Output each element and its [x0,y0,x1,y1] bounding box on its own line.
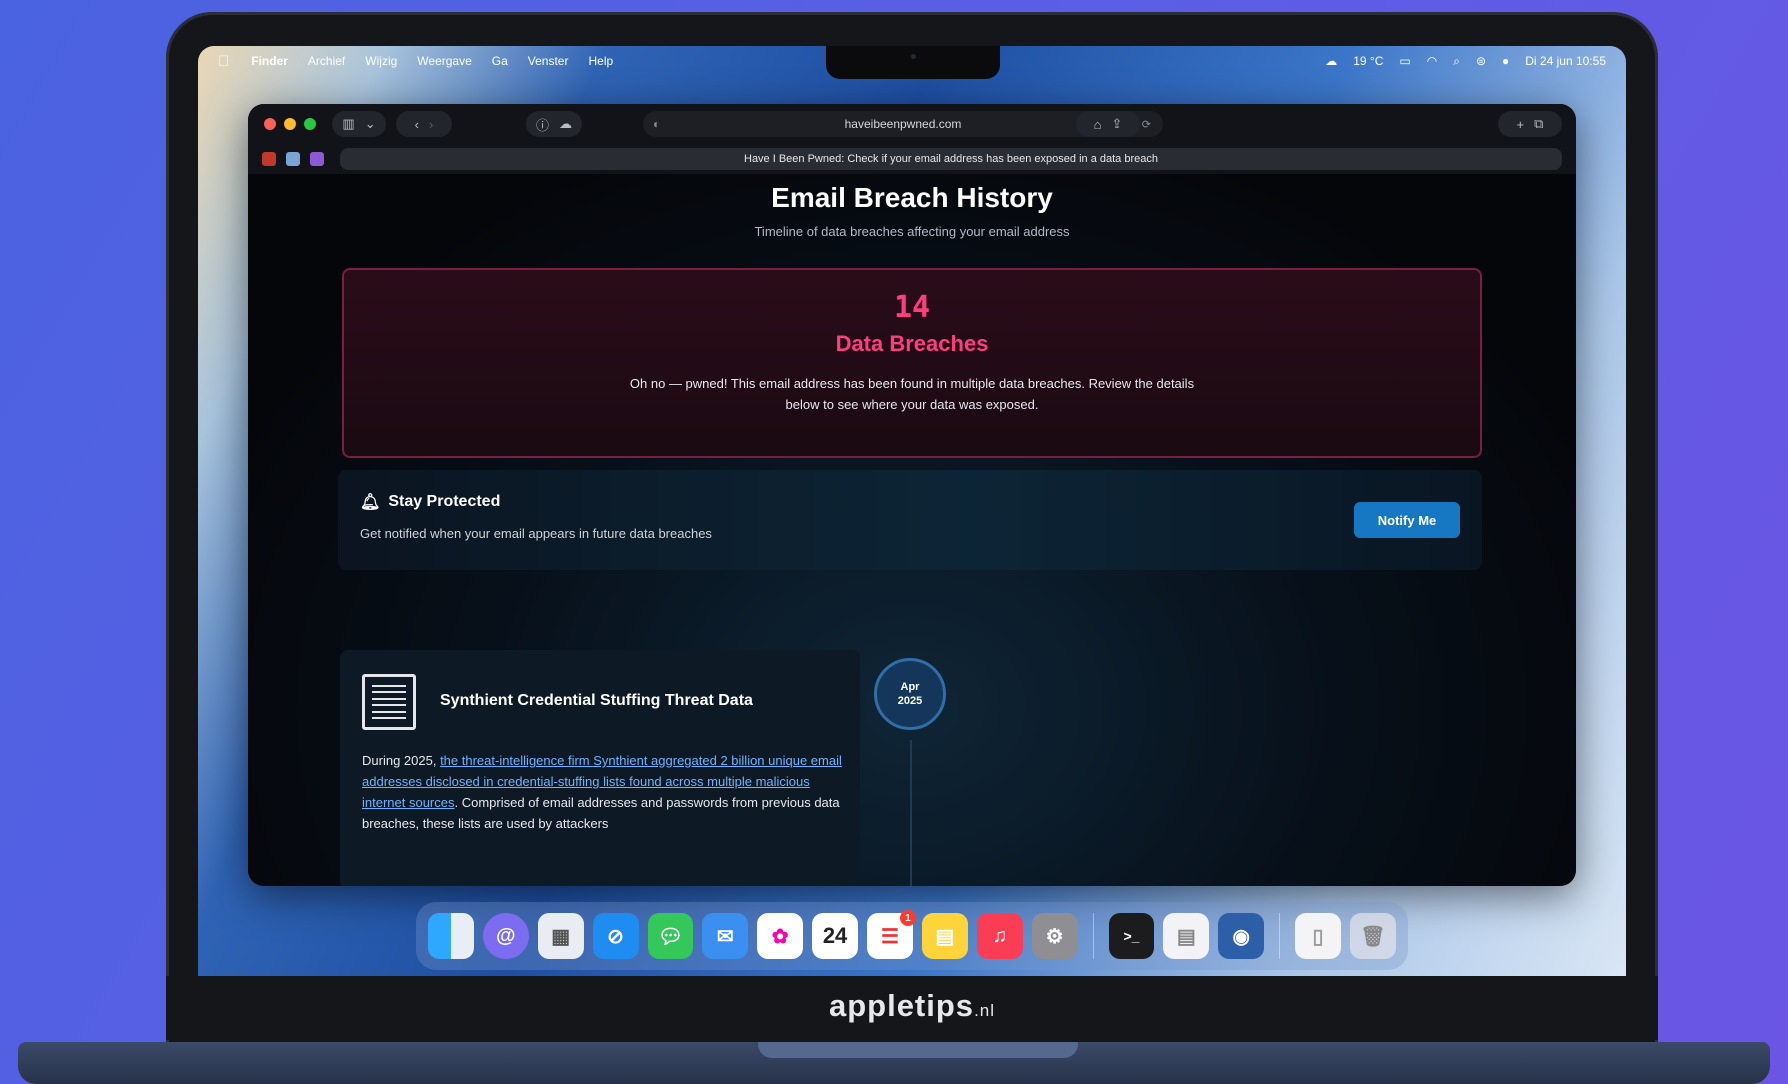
pinned-tab-icon[interactable] [310,152,324,166]
clock[interactable]: Di 24 jun 10:55 [1525,54,1606,68]
mail-icon[interactable]: ✉ [702,913,749,959]
trash-icon[interactable]: 🗑︎ [1350,913,1396,959]
url-text[interactable]: haveibeenpwned.com [845,117,962,131]
chevron-down-icon: ⌄ [364,116,376,131]
tab-overview-icon[interactable]: ⧉ [1534,116,1543,132]
menu-finder[interactable]: Finder [251,54,288,68]
base-opening [758,1042,1078,1058]
menu-venster[interactable]: Venster [528,54,569,68]
reminders-icon[interactable]: ☰ 1 [867,910,916,959]
menu-wijzig[interactable]: Wijzig [365,54,397,68]
safari-icon[interactable]: ⊘ [592,913,639,959]
safari-window: ▥ ⌄ ‹ › ⓘ ☁ ◐ haveibeenpwned.com ⟳ ⌂ ⇪ + ⧉ [248,104,1576,886]
menu-weergave[interactable]: Weergave [417,54,471,68]
page-content: Email Breach History Timeline of data br… [248,174,1576,886]
protect-title: Stay Protected [388,493,501,510]
dock-separator [1279,913,1281,959]
settings-icon[interactable]: ⚙ [1031,913,1078,959]
document-icon [362,674,416,730]
menu-archief[interactable]: Archief [308,54,345,68]
numbers-icon[interactable]: ▤ [1163,913,1210,959]
close-button[interactable] [264,118,276,130]
pinned-tab-icon[interactable] [286,152,300,166]
forward-icon[interactable]: › [429,117,433,132]
bell-icon: 🔔︎ [360,494,381,511]
info-icon[interactable]: ⓘ [536,115,549,134]
finder-icon[interactable] [428,913,474,959]
laptop-base [18,1042,1770,1084]
app-store-alt-icon[interactable]: @ [482,913,529,959]
reminders-badge: 1 [899,910,916,926]
calendar-icon[interactable]: 24 [812,913,858,959]
appletips-logo: appletips.nl [166,988,1658,1024]
siri-icon[interactable]: ● [1502,54,1509,68]
control-center-icon[interactable]: ⊜ [1476,54,1486,68]
breach-count: 14 [893,290,931,325]
document-folder-icon[interactable]: ▯ [1295,913,1341,959]
protect-subtitle: Get notified when your email appears in … [360,526,712,541]
share-icon[interactable]: ⇪ [1111,116,1122,132]
menu-help[interactable]: Help [588,54,613,68]
battery-icon[interactable]: ▭ [1399,54,1410,68]
sidebar-icon: ▥ [342,116,355,131]
zoom-button[interactable] [304,118,316,130]
timeline-line [910,740,912,886]
wifi-icon[interactable]: ◠ [1427,54,1437,68]
sidebar-toggle-button[interactable]: ▥ ⌄ [332,111,386,137]
active-tab[interactable]: Have I Been Pwned: Check if your email a… [340,148,1562,170]
weather-icon[interactable]: ☁ [1325,54,1337,68]
weather-temp[interactable]: 19 °C [1353,54,1383,68]
date-month: Apr [900,681,920,693]
desktop-screen:  Finder Archief Wijzig Weergave Ga Vens… [198,46,1626,976]
tab-group-controls: + ⧉ [1498,111,1562,137]
dock: @ ▦ ⊘ 💬︎ ✉ ✿ 24 ☰ 1 ▤ ♫ ⚙ >_ ▤ ◉ ▯ 🗑︎ [416,902,1408,970]
breach-message: Oh no — pwned! This email address has be… [629,376,1195,412]
messages-icon[interactable]: 💬︎ [647,913,694,959]
tab-bar: Have I Been Pwned: Check if your email a… [248,144,1576,174]
status-area: ☁ 19 °C ▭ ◠ ⌕ ⊜ ● Di 24 jun 10:55 [1325,54,1606,69]
window-controls [264,118,316,130]
notify-me-button[interactable]: Notify Me [1354,502,1460,538]
reload-icon[interactable]: ⟳ [1142,118,1151,131]
breach-description: During 2025, the threat-intelligence fir… [362,750,842,834]
dock-separator [1092,913,1094,959]
browser-toolbar: ▥ ⌄ ‹ › ⓘ ☁ ◐ haveibeenpwned.com ⟳ ⌂ ⇪ + ⧉ [248,104,1576,144]
launchpad-icon[interactable]: ▦ [537,913,584,959]
utility-app-icon[interactable]: ◉ [1218,913,1265,959]
camera-icon [911,54,916,59]
breach-card: Synthient Credential Stuffing Threat Dat… [340,650,860,886]
menu-ga[interactable]: Ga [492,54,508,68]
protect-heading: 🔔︎ Stay Protected [360,492,500,512]
terminal-icon[interactable]: >_ [1108,913,1155,959]
home-icon[interactable]: ⌂ [1094,117,1102,132]
laptop-chin: appletips.nl [166,976,1658,1040]
photos-icon[interactable]: ✿ [757,913,804,959]
date-year: 2025 [897,695,923,707]
page-subtitle: Timeline of data breaches affecting your… [754,224,1070,239]
timeline-date-badge: Apr 2025 [874,658,946,730]
brand-suffix: .nl [974,1001,996,1020]
privacy-icon[interactable]: ◐ [653,117,660,131]
breach-title: Synthient Credential Stuffing Threat Dat… [440,692,753,709]
breach-count-label: Data Breaches [835,331,989,356]
extensions-group: ⓘ ☁ [526,111,582,137]
music-icon[interactable]: ♫ [976,913,1023,959]
desc-prefix: During 2025, [362,753,441,768]
minimize-button[interactable] [284,118,296,130]
apple-menu-icon[interactable]:  [218,53,229,70]
search-icon[interactable]: ⌕ [1453,54,1460,69]
share-group: ⌂ ⇪ [1076,111,1140,137]
camera-notch [826,46,1000,79]
notes-icon[interactable]: ▤ [921,913,968,959]
breach-summary: 14 Data Breaches Oh no — pwned! This ema… [342,268,1482,458]
back-icon[interactable]: ‹ [415,117,419,132]
pinned-tab-icon[interactable] [262,152,276,166]
page-title: Email Breach History [771,182,1053,213]
new-tab-icon[interactable]: + [1517,117,1525,132]
brand-name: appletips [828,988,975,1023]
cloud-icon[interactable]: ☁ [559,116,572,132]
stay-protected-panel: 🔔︎ Stay Protected Get notified when your… [338,470,1482,570]
nav-buttons: ‹ › [396,111,452,137]
